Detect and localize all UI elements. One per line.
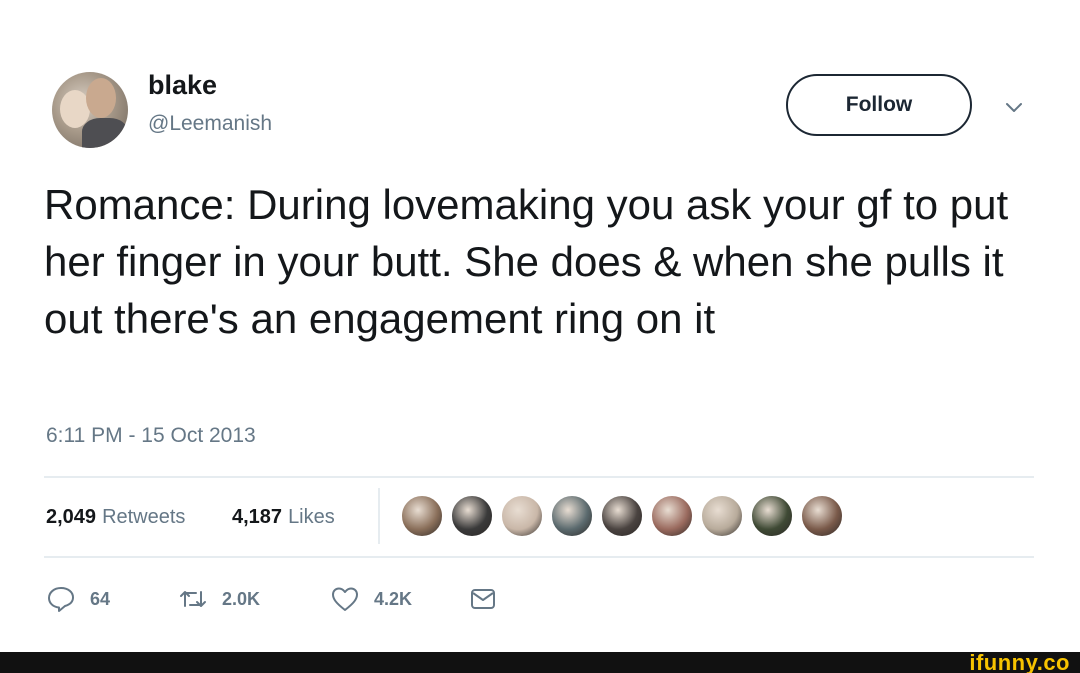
retweet-icon: [180, 591, 206, 607]
chevron-down-icon[interactable]: [1002, 96, 1026, 120]
like-count: 4.2K: [374, 588, 413, 609]
avatar-shirt: [82, 118, 128, 148]
tweet-text: Romance: During lovemaking you ask your …: [44, 181, 1009, 342]
username[interactable]: @Leemanish: [148, 112, 272, 136]
reply-icon: [48, 587, 74, 612]
footer-bar: ifunny.co: [0, 652, 1080, 673]
direct-message-button[interactable]: [468, 584, 498, 614]
liker-avatar[interactable]: [400, 494, 444, 538]
liker-avatar[interactable]: [600, 494, 644, 538]
divider-top: [44, 476, 1034, 478]
reply-button[interactable]: 64: [46, 584, 110, 614]
retweet-button[interactable]: 2.0K: [178, 584, 260, 614]
likes-count: 4,187: [232, 506, 283, 528]
divider-bottom: [44, 556, 1034, 558]
like-button[interactable]: 4.2K: [330, 584, 412, 614]
retweets-stat[interactable]: 2,049 Retweets: [46, 506, 185, 529]
display-name[interactable]: blake: [148, 70, 217, 101]
like-icon: [332, 587, 358, 611]
avatar-face-right: [86, 78, 116, 118]
liker-avatar[interactable]: [450, 494, 494, 538]
tweet-timestamp[interactable]: 6:11 PM - 15 Oct 2013: [46, 424, 256, 448]
retweets-label: Retweets: [102, 506, 186, 528]
retweet-count: 2.0K: [222, 588, 261, 609]
likes-label: Likes: [288, 506, 335, 528]
stats-divider: [378, 488, 380, 544]
reply-count: 64: [90, 588, 111, 609]
liker-avatar[interactable]: [550, 494, 594, 538]
direct-message-icon: [471, 589, 495, 609]
liker-avatar[interactable]: [650, 494, 694, 538]
liker-avatars: [400, 494, 844, 538]
avatar[interactable]: [52, 72, 128, 148]
liker-avatar[interactable]: [800, 494, 844, 538]
ifunny-watermark: ifunny.co: [969, 650, 1070, 673]
retweets-count: 2,049: [46, 506, 97, 528]
liker-avatar[interactable]: [750, 494, 794, 538]
likes-stat[interactable]: 4,187 Likes: [232, 506, 335, 529]
liker-avatar[interactable]: [500, 494, 544, 538]
follow-button[interactable]: Follow: [786, 74, 972, 136]
liker-avatar[interactable]: [700, 494, 744, 538]
